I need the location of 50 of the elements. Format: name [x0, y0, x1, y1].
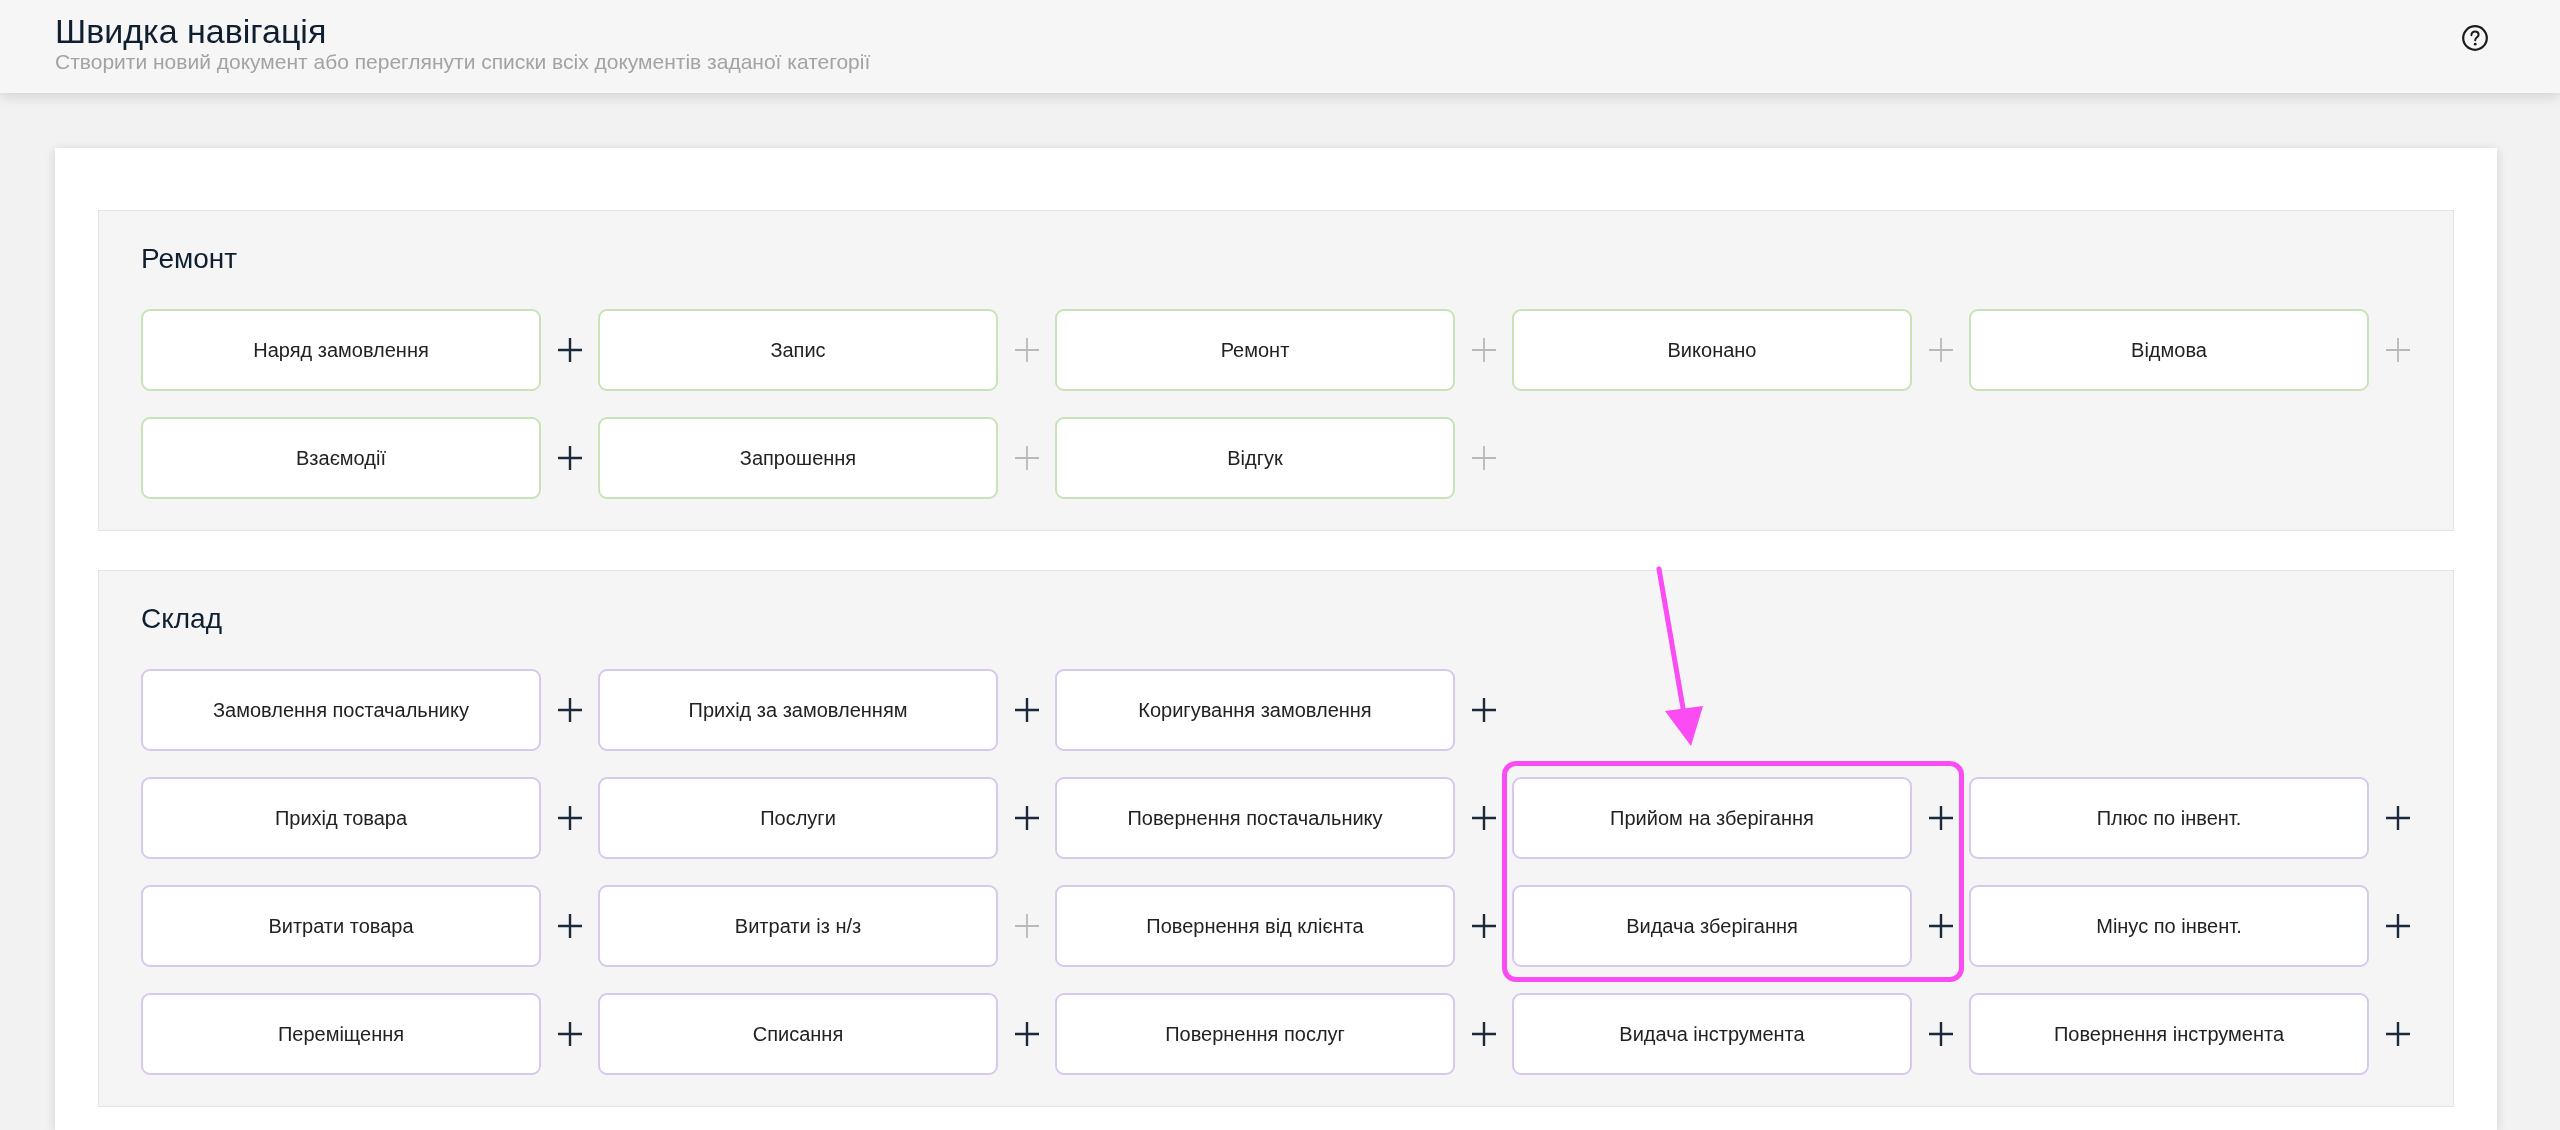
plus-icon[interactable] [557, 446, 582, 470]
plus-icon[interactable] [557, 1022, 582, 1046]
document-button[interactable]: Запис [598, 309, 998, 391]
document-button[interactable]: Переміщення [141, 993, 541, 1075]
plus-icon[interactable] [2385, 806, 2410, 830]
document-button[interactable]: Відгук [1055, 417, 1455, 499]
plus-icon[interactable] [1471, 698, 1496, 722]
document-button[interactable]: Прийом на зберігання [1512, 777, 1912, 859]
plus-icon[interactable] [1014, 806, 1039, 830]
plus-icon[interactable] [1928, 1022, 1953, 1046]
plus-icon[interactable] [2385, 1022, 2410, 1046]
page-subtitle: Створити новий документ або переглянути списки всіх документів заданої категорії [55, 50, 871, 74]
document-button[interactable]: Виконано [1512, 309, 1912, 391]
document-button[interactable]: Повернення послуг [1055, 993, 1455, 1075]
document-button[interactable]: Наряд замовлення [141, 309, 541, 391]
plus-icon[interactable] [2385, 914, 2410, 938]
document-button[interactable]: Замовлення постачальнику [141, 669, 541, 751]
document-button[interactable]: Видача зберігання [1512, 885, 1912, 967]
document-button[interactable]: Прихід за замовленням [598, 669, 998, 751]
document-button[interactable]: Списання [598, 993, 998, 1075]
document-button[interactable]: Мінус по інвент. [1969, 885, 2369, 967]
document-button[interactable]: Коригування замовлення [1055, 669, 1455, 751]
plus-icon[interactable] [1471, 806, 1496, 830]
plus-icon[interactable] [557, 806, 582, 830]
plus-icon[interactable] [1928, 914, 1953, 938]
document-button[interactable]: Повернення інструмента [1969, 993, 2369, 1075]
plus-icon[interactable] [557, 338, 582, 362]
help-icon[interactable] [2462, 25, 2488, 51]
plus-icon[interactable] [1928, 806, 1953, 830]
plus-icon[interactable] [1014, 698, 1039, 722]
plus-icon[interactable] [557, 914, 582, 938]
page-title: Швидка навігація [55, 12, 328, 50]
document-button[interactable]: Взаємодії [141, 417, 541, 499]
section-title: Ремонт [141, 243, 239, 275]
document-button[interactable]: Видача інструмента [1512, 993, 1912, 1075]
plus-icon[interactable] [1471, 914, 1496, 938]
document-button[interactable]: Послуги [598, 777, 998, 859]
document-button[interactable]: Повернення від клієнта [1055, 885, 1455, 967]
section-title: Склад [141, 603, 224, 635]
document-button[interactable]: Відмова [1969, 309, 2369, 391]
plus-icon[interactable] [1014, 1022, 1039, 1046]
plus-icon[interactable] [557, 698, 582, 722]
document-button[interactable]: Витрати із н/з [598, 885, 998, 967]
document-button[interactable]: Плюс по інвент. [1969, 777, 2369, 859]
plus-icon[interactable] [1471, 1022, 1496, 1046]
document-button[interactable]: Запрошення [598, 417, 998, 499]
document-button[interactable]: Ремонт [1055, 309, 1455, 391]
document-button[interactable]: Прихід товара [141, 777, 541, 859]
document-button[interactable]: Повернення постачальнику [1055, 777, 1455, 859]
document-button[interactable]: Витрати товара [141, 885, 541, 967]
